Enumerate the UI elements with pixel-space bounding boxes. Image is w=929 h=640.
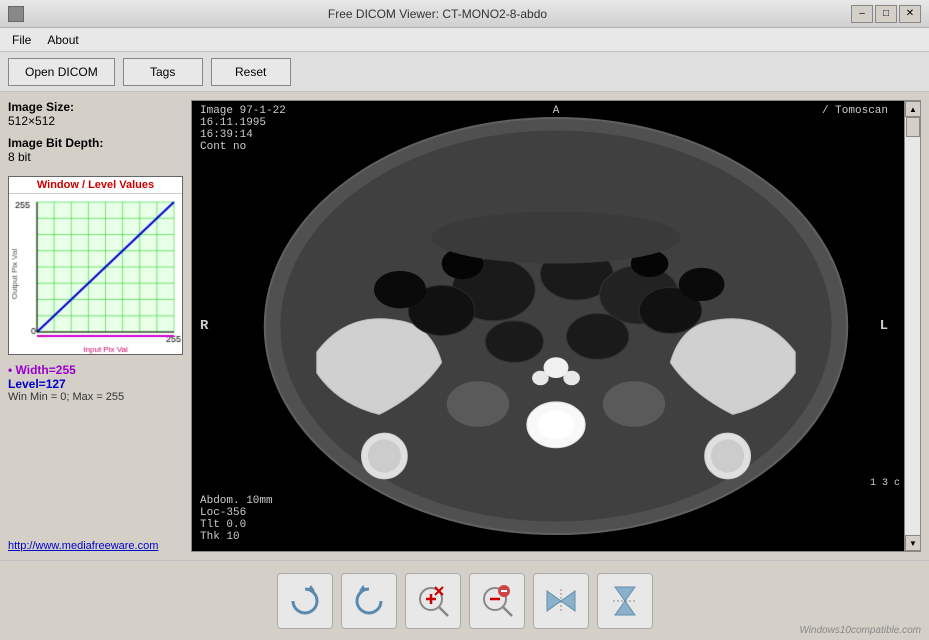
image-size-value: 512×512 xyxy=(8,114,183,128)
scroll-up-arrow[interactable]: ▲ xyxy=(905,101,921,117)
window-level-chart: Window / Level Values xyxy=(8,176,183,355)
reset-button[interactable]: Reset xyxy=(211,58,291,86)
maximize-button[interactable]: □ xyxy=(875,5,897,23)
main-content: Image Size: 512×512 Image Bit Depth: 8 b… xyxy=(0,92,929,560)
image-size-label: Image Size: xyxy=(8,100,183,114)
image-panel[interactable]: Image 97-1-22 16.11.1995 16:39:14 Cont n… xyxy=(191,100,921,552)
zoom-in-icon xyxy=(415,583,451,619)
wl-values: • Width=255 Level=127 Win Min = 0; Max =… xyxy=(8,363,183,403)
rotate-right-icon xyxy=(287,583,323,619)
width-tick: • xyxy=(8,363,12,377)
zoom-out-icon xyxy=(479,583,515,619)
image-scrollbar[interactable]: ▲ ▼ xyxy=(904,101,920,551)
rotate-right-button[interactable] xyxy=(277,573,333,629)
chart-title: Window / Level Values xyxy=(9,177,182,194)
watermark: Windows10compatible.com xyxy=(799,625,921,636)
title-bar: Free DICOM Viewer: CT-MONO2-8-abdo – □ ✕ xyxy=(0,0,929,28)
image-bit-depth-value: 8 bit xyxy=(8,150,183,164)
wl-width: • Width=255 xyxy=(8,363,183,377)
flip-horizontal-icon xyxy=(543,583,579,619)
menu-about[interactable]: About xyxy=(39,31,86,49)
scroll-track[interactable] xyxy=(905,117,920,535)
zoom-in-button[interactable] xyxy=(405,573,461,629)
left-panel: Image Size: 512×512 Image Bit Depth: 8 b… xyxy=(8,100,183,552)
wl-level: Level=127 xyxy=(8,377,183,391)
toolbar: Open DICOM Tags Reset xyxy=(0,52,929,92)
flip-vertical-button[interactable] xyxy=(597,573,653,629)
scroll-thumb[interactable] xyxy=(906,117,920,137)
menu-bar: File About xyxy=(0,28,929,52)
bottom-toolbar: Windows10compatible.com xyxy=(0,560,929,640)
minimize-button[interactable]: – xyxy=(851,5,873,23)
image-bit-depth-label: Image Bit Depth: xyxy=(8,136,183,150)
website-link[interactable]: http://www.mediafreeware.com xyxy=(8,540,183,552)
open-dicom-button[interactable]: Open DICOM xyxy=(8,58,115,86)
tags-button[interactable]: Tags xyxy=(123,58,203,86)
image-bit-depth-section: Image Bit Depth: 8 bit xyxy=(8,136,183,164)
image-size-section: Image Size: 512×512 xyxy=(8,100,183,128)
window-title: Free DICOM Viewer: CT-MONO2-8-abdo xyxy=(24,7,851,21)
rotate-left-button[interactable] xyxy=(341,573,397,629)
scroll-down-arrow[interactable]: ▼ xyxy=(905,535,921,551)
chart-area xyxy=(9,194,184,354)
window-controls: – □ ✕ xyxy=(851,5,921,23)
flip-horizontal-button[interactable] xyxy=(533,573,589,629)
rotate-left-icon xyxy=(351,583,387,619)
close-button[interactable]: ✕ xyxy=(899,5,921,23)
image-viewport: Image 97-1-22 16.11.1995 16:39:14 Cont n… xyxy=(192,101,920,551)
zoom-out-button[interactable] xyxy=(469,573,525,629)
wl-minmax: Win Min = 0; Max = 255 xyxy=(8,391,183,403)
ct-scan-image xyxy=(192,101,920,551)
flip-vertical-icon xyxy=(607,583,643,619)
menu-file[interactable]: File xyxy=(4,31,39,49)
app-icon xyxy=(8,6,24,22)
